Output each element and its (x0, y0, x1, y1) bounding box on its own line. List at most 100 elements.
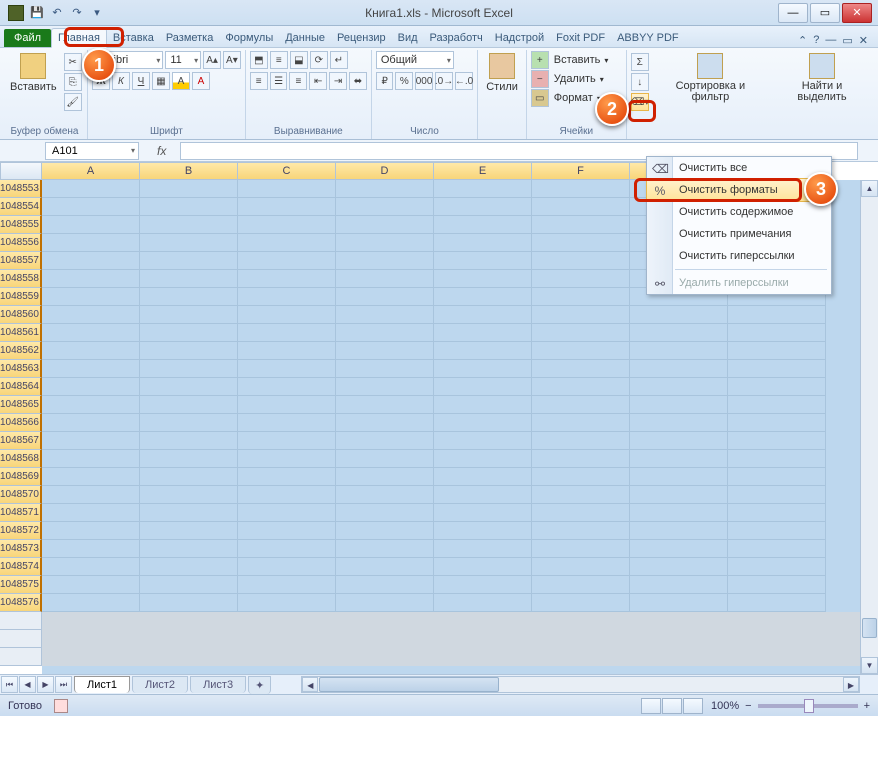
row-header[interactable]: 1048553 (0, 180, 42, 198)
cell[interactable] (336, 324, 434, 342)
cell[interactable] (532, 558, 630, 576)
cell[interactable] (434, 540, 532, 558)
cell[interactable] (238, 594, 336, 612)
align-middle-icon[interactable]: ≡ (270, 51, 288, 69)
cell[interactable] (140, 252, 238, 270)
cell[interactable] (238, 378, 336, 396)
cell[interactable] (140, 468, 238, 486)
cell[interactable] (140, 306, 238, 324)
decrease-font-icon[interactable]: A▾ (223, 51, 241, 69)
cell[interactable] (336, 450, 434, 468)
cell[interactable] (238, 324, 336, 342)
cell[interactable] (238, 234, 336, 252)
menu-clear-comments[interactable]: Очистить примечания (647, 223, 831, 245)
fx-icon[interactable]: fx (143, 144, 180, 158)
cell[interactable] (336, 306, 434, 324)
maximize-button[interactable]: ▭ (810, 3, 840, 23)
cell[interactable] (728, 324, 826, 342)
view-pagebreak-icon[interactable] (683, 698, 703, 714)
font-size-combo[interactable]: 11 (165, 51, 201, 69)
row-header[interactable]: 1048564 (0, 378, 42, 396)
cell[interactable] (434, 342, 532, 360)
row-header[interactable]: 1048570 (0, 486, 42, 504)
macro-record-icon[interactable] (54, 699, 68, 713)
cell[interactable] (434, 324, 532, 342)
wrap-text-icon[interactable]: ↵ (330, 51, 348, 69)
cell[interactable] (336, 252, 434, 270)
cell[interactable] (42, 576, 140, 594)
currency-icon[interactable]: ₽ (376, 72, 394, 90)
cell[interactable] (140, 360, 238, 378)
cell[interactable] (630, 468, 728, 486)
minimize-ribbon-icon[interactable]: ⌃ (798, 34, 807, 47)
row-header[interactable]: 1048557 (0, 252, 42, 270)
cell[interactable] (532, 324, 630, 342)
cell[interactable] (238, 288, 336, 306)
cell[interactable] (336, 342, 434, 360)
cell[interactable] (336, 180, 434, 198)
cell[interactable] (434, 234, 532, 252)
cell[interactable] (434, 180, 532, 198)
cell[interactable] (532, 270, 630, 288)
cell[interactable] (140, 216, 238, 234)
cell[interactable] (532, 486, 630, 504)
cell[interactable] (238, 450, 336, 468)
cell[interactable] (532, 522, 630, 540)
comma-icon[interactable]: 000 (415, 72, 433, 90)
cell[interactable] (434, 432, 532, 450)
cells-delete-button[interactable]: −Удалить▾ (531, 70, 622, 88)
autosum-icon[interactable]: Σ (631, 53, 649, 71)
cell[interactable] (630, 360, 728, 378)
cell[interactable] (728, 432, 826, 450)
cell[interactable] (238, 414, 336, 432)
dec-decimal-icon[interactable]: ←.0 (455, 72, 473, 90)
tab-file[interactable]: Файл (4, 29, 51, 47)
sheet-tab-2[interactable]: Лист2 (132, 676, 188, 693)
find-select-button[interactable]: Найти и выделить (772, 51, 872, 136)
cell[interactable] (434, 522, 532, 540)
align-right-icon[interactable]: ≡ (289, 72, 307, 90)
cell[interactable] (728, 306, 826, 324)
cell[interactable] (336, 198, 434, 216)
cell[interactable] (532, 288, 630, 306)
cell[interactable] (42, 468, 140, 486)
cell[interactable] (238, 558, 336, 576)
tab-data[interactable]: Данные (279, 29, 331, 47)
cell[interactable] (140, 486, 238, 504)
cell[interactable] (42, 198, 140, 216)
row-header[interactable]: 1048567 (0, 432, 42, 450)
styles-button[interactable]: Стили (482, 51, 522, 136)
cell[interactable] (140, 432, 238, 450)
clear-button[interactable]: ⌫▾ (631, 93, 649, 111)
row-header[interactable]: 1048555 (0, 216, 42, 234)
cell[interactable] (42, 378, 140, 396)
col-header[interactable]: A (42, 162, 140, 180)
cell[interactable] (630, 504, 728, 522)
cell[interactable] (728, 576, 826, 594)
cell[interactable] (532, 432, 630, 450)
cell[interactable] (434, 504, 532, 522)
cell[interactable] (336, 576, 434, 594)
cell[interactable] (42, 504, 140, 522)
cell[interactable] (238, 468, 336, 486)
col-header[interactable]: F (532, 162, 630, 180)
cell[interactable] (336, 414, 434, 432)
cell[interactable] (42, 306, 140, 324)
scroll-down-icon[interactable]: ▼ (861, 657, 878, 674)
cell[interactable] (630, 342, 728, 360)
cell[interactable] (140, 414, 238, 432)
undo-icon[interactable]: ↶ (48, 4, 66, 22)
cell[interactable] (336, 270, 434, 288)
new-sheet-button[interactable]: ✦ (248, 676, 271, 694)
cell[interactable] (434, 252, 532, 270)
cell[interactable] (238, 306, 336, 324)
cell[interactable] (630, 486, 728, 504)
row-header[interactable]: 1048576 (0, 594, 42, 612)
format-painter-icon[interactable]: 🖌 (64, 93, 82, 111)
cell[interactable] (630, 450, 728, 468)
cell[interactable] (336, 522, 434, 540)
zoom-slider[interactable] (758, 704, 858, 708)
cell[interactable] (728, 504, 826, 522)
tab-formulas[interactable]: Формулы (219, 29, 279, 47)
cell[interactable] (336, 594, 434, 612)
